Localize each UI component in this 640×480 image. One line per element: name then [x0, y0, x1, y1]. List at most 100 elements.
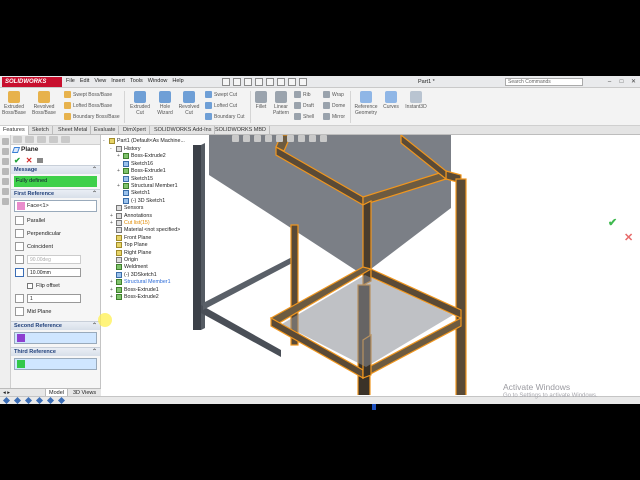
collapse-icon[interactable]: ⌃ — [92, 166, 97, 175]
reference-geometry-button[interactable]: Reference Geometry — [352, 91, 380, 116]
menu-view[interactable]: View — [94, 78, 106, 84]
appearance-icon[interactable] — [309, 135, 316, 142]
view-orientation-icon[interactable] — [276, 135, 283, 142]
dimxpert-manager-icon[interactable] — [1, 168, 9, 175]
menu-help[interactable]: Help — [172, 78, 183, 84]
angle-option[interactable]: 90.00deg — [11, 253, 100, 266]
flip-offset-checkbox[interactable]: Flip offset — [11, 279, 100, 292]
third-reference-header[interactable]: Third Reference ⌃ — [11, 347, 100, 356]
zoom-fit-icon[interactable] — [232, 135, 239, 142]
filter-icon[interactable] — [1, 188, 9, 195]
close-icon[interactable]: ✕ — [629, 78, 638, 86]
maximize-icon[interactable]: □ — [617, 78, 626, 86]
tree-expand-toggle[interactable]: + — [110, 293, 114, 301]
tab-evaluate[interactable]: Evaluate — [91, 126, 120, 135]
extruded-cut-button[interactable]: Extruded Cut — [127, 91, 153, 116]
lofted-cut-button[interactable]: Lofted Cut — [205, 102, 237, 109]
previous-view-icon[interactable] — [254, 135, 261, 142]
flip-offset-check-icon[interactable] — [27, 282, 33, 289]
revolved-boss-button[interactable]: Revolved Boss/Base — [30, 91, 58, 116]
feature-manager-icon[interactable] — [1, 138, 9, 145]
collapse-icon[interactable]: ⌃ — [92, 322, 97, 331]
display-style-icon[interactable] — [287, 135, 294, 142]
lofted-boss-button[interactable]: Lofted Boss/Base — [64, 102, 112, 109]
revolved-cut-button[interactable]: Revolved Cut — [176, 91, 202, 116]
tab-features[interactable]: Features — [0, 126, 29, 135]
hole-wizard-button[interactable]: Hole Wizard — [154, 91, 176, 116]
menu-edit[interactable]: Edit — [80, 78, 89, 84]
undo-icon[interactable] — [266, 78, 274, 86]
linear-pattern-button[interactable]: Linear Pattern — [270, 91, 292, 116]
extruded-boss-button[interactable]: Extruded Boss/Base — [2, 91, 26, 116]
display-icon[interactable] — [61, 136, 70, 143]
select-icon[interactable] — [277, 78, 285, 86]
properties-icon[interactable] — [25, 136, 34, 143]
zoom-area-icon[interactable] — [243, 135, 250, 142]
instant3d-button[interactable]: Instant3D — [404, 91, 428, 110]
hide-show-icon[interactable] — [298, 135, 305, 142]
instances-option[interactable]: 1 — [11, 292, 100, 305]
pin-icon[interactable] — [37, 157, 44, 163]
first-reference-header[interactable]: First Reference ⌃ — [11, 189, 100, 198]
swept-cut-button[interactable]: Swept Cut — [205, 91, 237, 98]
mid-plane-option[interactable]: Mid Plane — [11, 305, 100, 318]
features-tree-icon[interactable] — [13, 136, 22, 143]
message-group-header[interactable]: Message ⌃ — [11, 165, 100, 174]
new-icon[interactable] — [222, 78, 230, 86]
second-reference-selection[interactable] — [14, 332, 97, 344]
open-icon[interactable] — [233, 78, 241, 86]
fillet-button[interactable]: Fillet — [252, 91, 270, 110]
print-icon[interactable] — [255, 78, 263, 86]
dome-button[interactable]: Dome — [323, 102, 345, 109]
curves-button[interactable]: Curves — [381, 91, 401, 110]
parallel-option[interactable]: Parallel — [11, 214, 100, 227]
wrap-button[interactable]: Wrap — [323, 91, 344, 98]
second-reference-header[interactable]: Second Reference ⌃ — [11, 321, 100, 330]
rebuild-icon[interactable] — [288, 78, 296, 86]
section-view-icon[interactable] — [265, 135, 272, 142]
instances-input[interactable]: 1 — [27, 294, 81, 303]
coincident-option[interactable]: Coincident — [11, 240, 100, 253]
draft-button[interactable]: Draft — [294, 102, 314, 109]
expand-icon[interactable] — [1, 198, 9, 205]
tab-solidworks-mbd[interactable]: SOLIDWORKS MBD — [212, 126, 271, 135]
tree-item[interactable]: + Boss-Extrude2 — [110, 293, 159, 301]
tab-sheet-metal[interactable]: Sheet Metal — [55, 126, 92, 135]
angle-input[interactable]: 90.00deg — [27, 255, 81, 264]
search-commands-input[interactable]: Search Commands — [505, 78, 583, 86]
options-icon[interactable] — [299, 78, 307, 86]
tab-sketch[interactable]: Sketch — [29, 126, 53, 135]
collapse-icon[interactable]: ⌃ — [92, 348, 97, 357]
offset-distance-input[interactable]: 10.00mm — [27, 268, 81, 277]
third-reference-selection[interactable] — [14, 358, 97, 370]
display-manager-icon[interactable] — [1, 178, 9, 185]
cancel-button[interactable]: ✕ — [26, 156, 33, 165]
rib-button[interactable]: Rib — [294, 91, 311, 98]
collapse-icon[interactable]: ⌃ — [92, 190, 97, 199]
tree-expand-toggle[interactable]: - — [110, 145, 114, 153]
menu-insert[interactable]: Insert — [111, 78, 125, 84]
swept-boss-button[interactable]: Swept Boss/Base — [64, 91, 112, 98]
confirm-corner-ok-icon[interactable]: ✔ — [608, 216, 617, 229]
offset-distance-option[interactable]: 10.00mm — [11, 266, 100, 279]
minimize-icon[interactable]: – — [605, 78, 614, 86]
menu-tools[interactable]: Tools — [130, 78, 143, 84]
tab-solidworks-addins[interactable]: SOLIDWORKS Add-Ins — [151, 126, 216, 135]
configuration-manager-icon[interactable] — [1, 158, 9, 165]
boundary-cut-button[interactable]: Boundary Cut — [205, 113, 245, 120]
menu-window[interactable]: Window — [148, 78, 168, 84]
property-manager-icon[interactable] — [1, 148, 9, 155]
scene-icon[interactable] — [320, 135, 327, 142]
config-icon[interactable] — [37, 136, 46, 143]
first-reference-selection[interactable]: Face<1> — [14, 200, 97, 212]
save-icon[interactable] — [244, 78, 252, 86]
ok-button[interactable]: ✔ — [14, 156, 21, 165]
menu-file[interactable]: File — [66, 78, 75, 84]
mirror-button[interactable]: Mirror — [323, 113, 345, 120]
tab-dimxpert[interactable]: DimXpert — [120, 126, 150, 135]
dimxpert-icon[interactable] — [49, 136, 58, 143]
boundary-boss-button[interactable]: Boundary Boss/Base — [64, 113, 120, 120]
solidworks-logo[interactable]: SOLIDWORKS — [2, 77, 62, 87]
confirm-corner-cancel-icon[interactable]: ✕ — [624, 231, 633, 244]
shell-button[interactable]: Shell — [294, 113, 314, 120]
